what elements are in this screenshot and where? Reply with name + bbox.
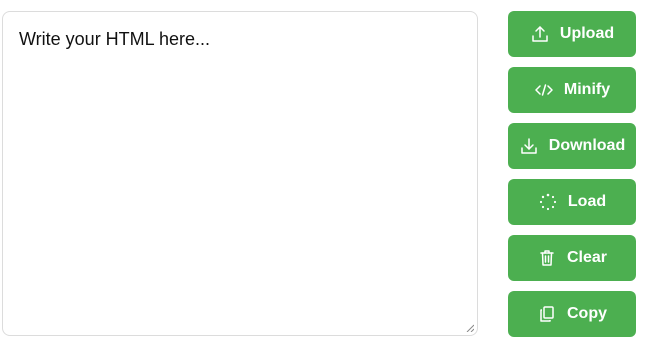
download-button-label: Download xyxy=(548,137,626,154)
minify-button-label: Minify xyxy=(563,81,611,98)
load-button[interactable]: Load xyxy=(508,179,636,225)
clear-button-label: Clear xyxy=(566,249,608,266)
clear-button[interactable]: Clear xyxy=(508,235,636,281)
html-editor-panel xyxy=(2,11,478,336)
upload-button[interactable]: Upload xyxy=(508,11,636,57)
load-button-label: Load xyxy=(567,193,607,210)
copy-button[interactable]: Copy xyxy=(508,291,636,337)
code-icon xyxy=(534,80,554,100)
upload-icon xyxy=(530,24,550,44)
download-icon xyxy=(519,136,539,156)
copy-icon xyxy=(537,304,557,324)
html-editor-textarea[interactable] xyxy=(3,12,477,335)
copy-button-label: Copy xyxy=(567,305,607,322)
action-button-column: Upload Minify Download Load Clear Copy xyxy=(508,11,636,347)
trash-icon xyxy=(537,248,557,268)
loading-spinner-icon xyxy=(538,192,558,212)
minify-button[interactable]: Minify xyxy=(508,67,636,113)
upload-button-label: Upload xyxy=(559,25,615,42)
resize-handle-icon[interactable] xyxy=(466,324,474,332)
html-editor-app: Upload Minify Download xyxy=(0,0,653,348)
download-button[interactable]: Download xyxy=(508,123,636,169)
